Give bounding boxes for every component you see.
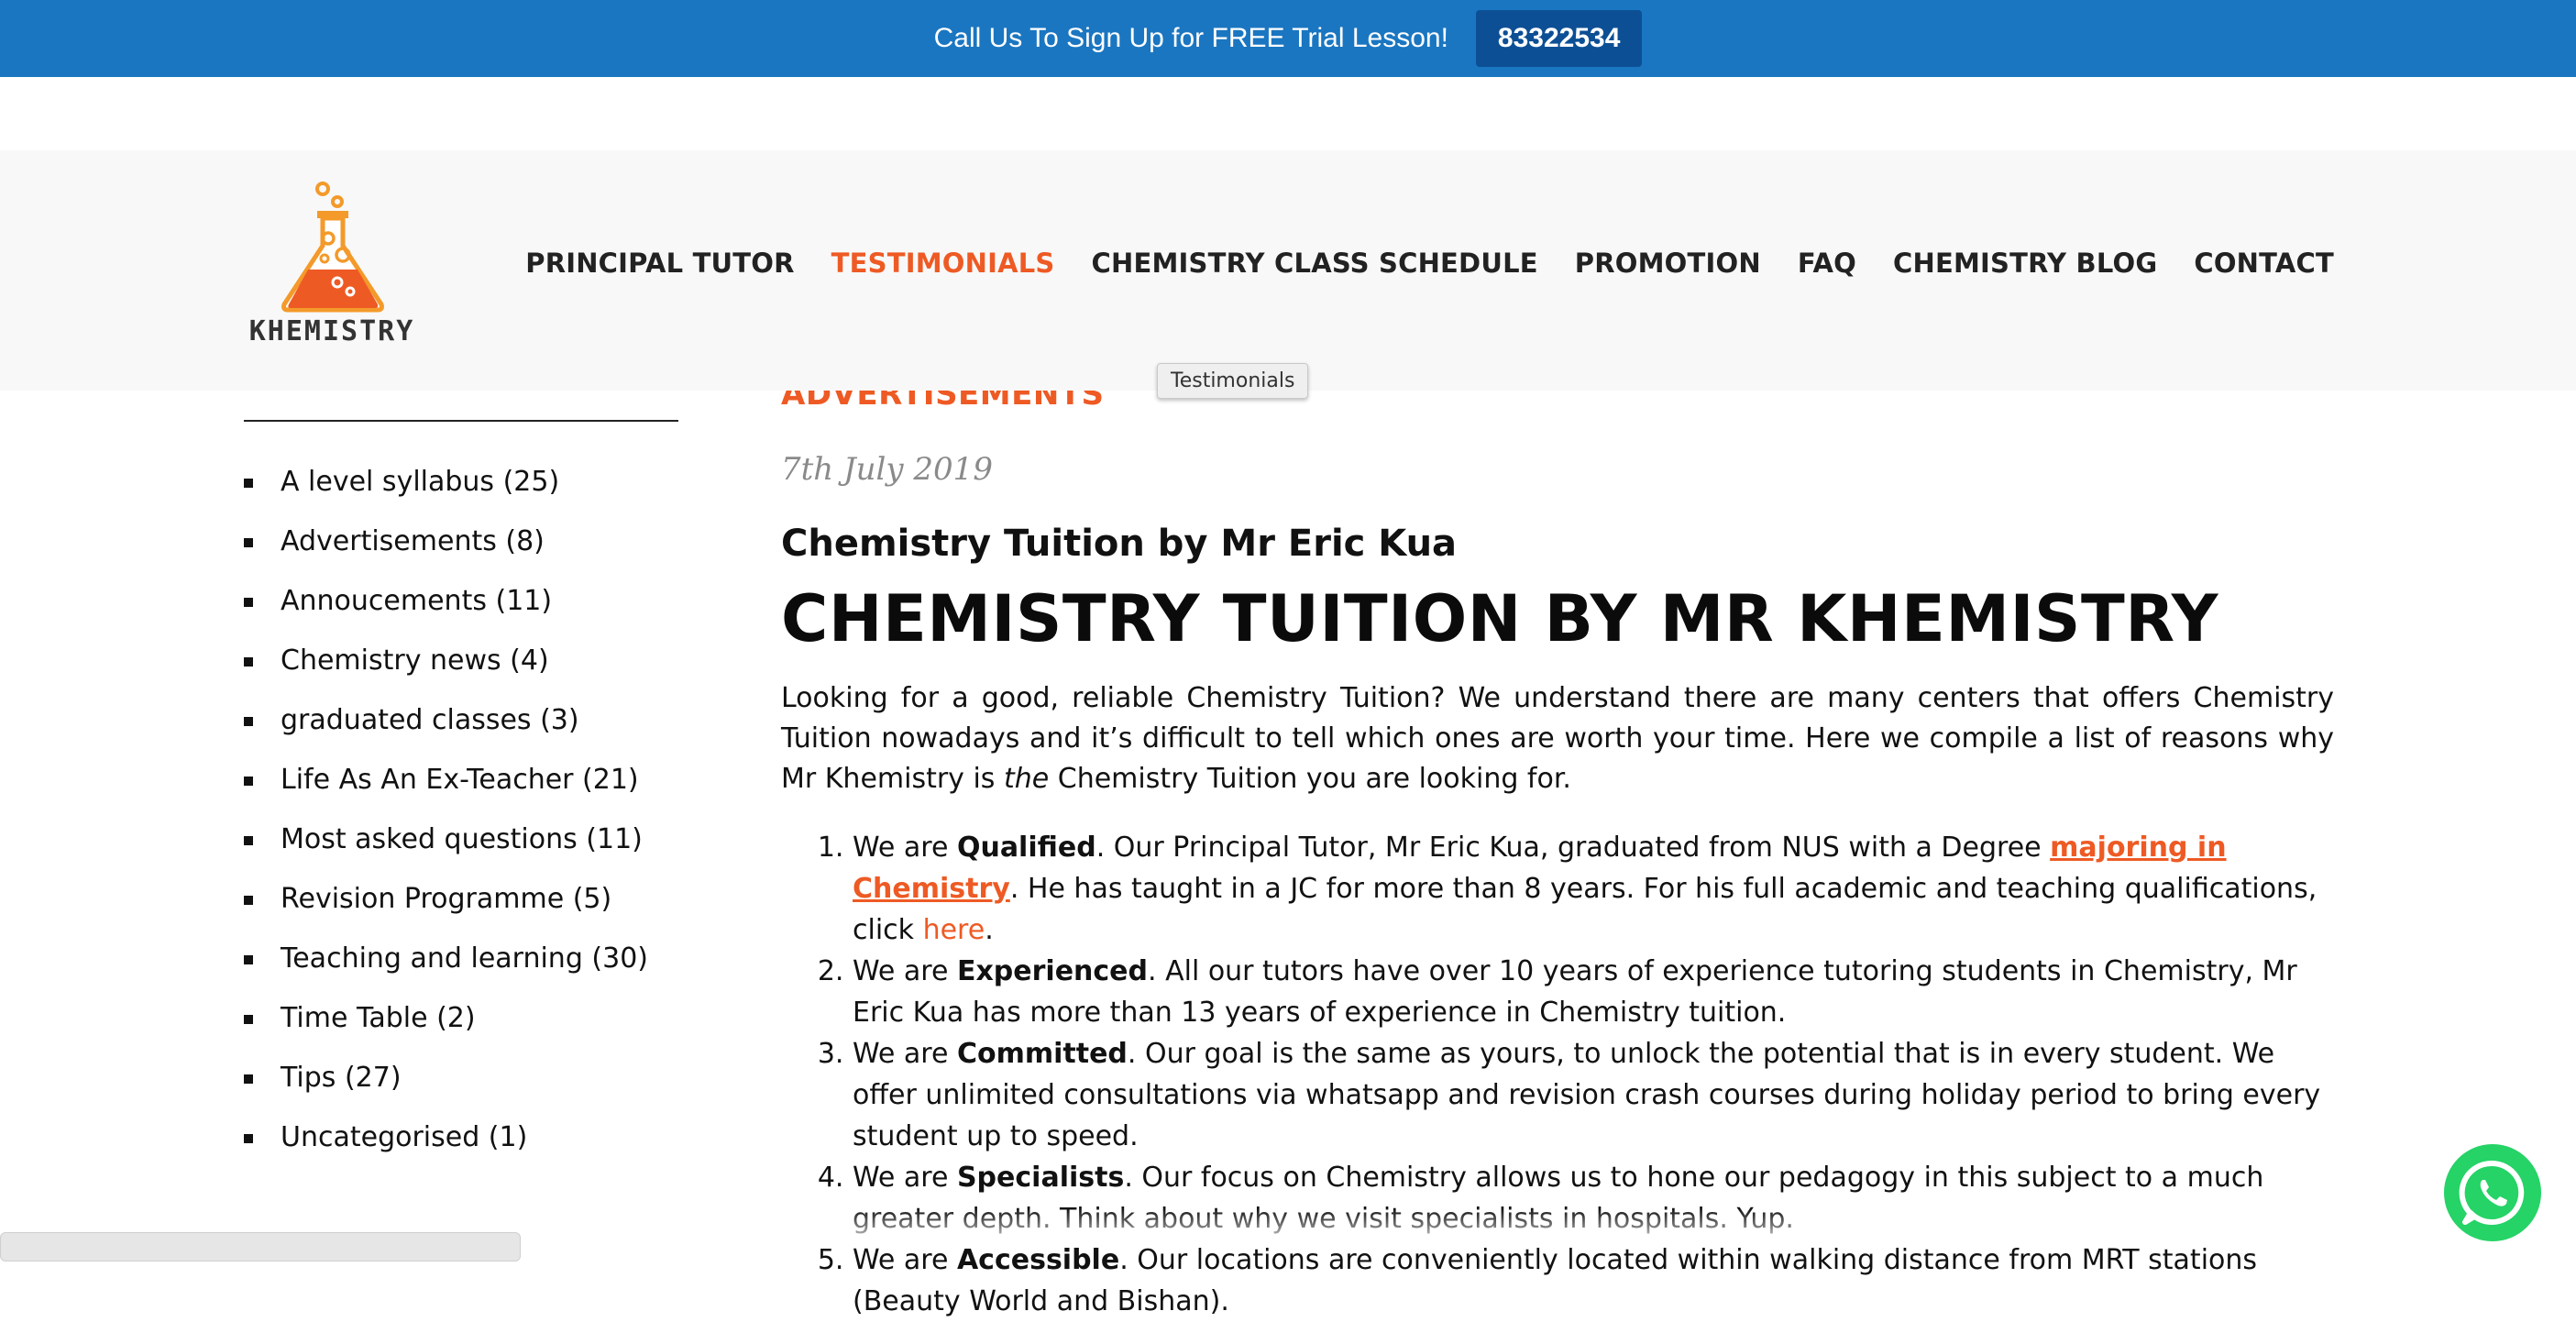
reason-text: . Our Principal Tutor, Mr Eric Kua, grad… xyxy=(1095,832,2051,864)
category-sidebar: A level syllabus (25) Advertisements (8)… xyxy=(244,348,678,1175)
category-label[interactable]: graduated classes (3) xyxy=(281,704,579,736)
reason-item: We are Committed. Our goal is the same a… xyxy=(853,1033,2334,1157)
reason-item: We are Experienced. All our tutors have … xyxy=(853,951,2334,1033)
nav-chemistry-blog[interactable]: CHEMISTRY BLOG xyxy=(1893,248,2157,279)
flask-icon xyxy=(281,182,384,313)
category-item[interactable]: Most asked questions (11) xyxy=(244,818,678,877)
post-intro: Looking for a good, reliable Chemistry T… xyxy=(781,678,2334,799)
reason-keyword: Accessible xyxy=(956,1244,1120,1276)
nav-chemistry-class-schedule[interactable]: CHEMISTRY CLASS SCHEDULE xyxy=(1092,248,1538,279)
announcement-message: Call Us To Sign Up for FREE Trial Lesson… xyxy=(933,23,1448,53)
bullet-icon xyxy=(244,896,253,905)
category-label[interactable]: Advertisements (8) xyxy=(281,525,545,557)
reason-keyword: Experienced xyxy=(956,955,1149,987)
bullet-icon xyxy=(244,717,253,726)
category-item[interactable]: Teaching and learning (30) xyxy=(244,937,678,997)
reason-item: We are Qualified. Our Principal Tutor, M… xyxy=(853,827,2334,951)
category-item[interactable]: Life As An Ex-Teacher (21) xyxy=(244,758,678,818)
article: ADVERTISEMENTS 7th July 2019 Chemistry T… xyxy=(781,376,2334,1322)
category-item[interactable]: Chemistry news (4) xyxy=(244,639,678,699)
reason-prefix: We are xyxy=(853,1244,957,1276)
category-label[interactable]: Teaching and learning (30) xyxy=(281,942,648,975)
bullet-icon xyxy=(244,1134,253,1143)
category-label[interactable]: Revision Programme (5) xyxy=(281,883,611,915)
category-label[interactable]: Most asked questions (11) xyxy=(281,823,643,855)
category-list: A level syllabus (25) Advertisements (8)… xyxy=(244,460,678,1175)
phone-button[interactable]: 83322534 xyxy=(1475,10,1643,67)
reason-keyword: Qualified xyxy=(956,832,1096,864)
category-label[interactable]: Time Table (2) xyxy=(281,1002,476,1034)
bullet-icon xyxy=(244,1074,253,1084)
nav-testimonials[interactable]: TESTIMONIALS xyxy=(831,248,1055,279)
reason-text: . He has taught in a JC for more than 8 … xyxy=(853,873,2317,946)
category-item[interactable]: Tips (27) xyxy=(244,1056,678,1116)
bullet-icon xyxy=(244,777,253,786)
nav-tooltip: Testimonials xyxy=(1157,363,1309,399)
whatsapp-chat-button[interactable] xyxy=(2444,1144,2541,1241)
category-item[interactable]: Revision Programme (5) xyxy=(244,877,678,937)
reason-keyword: Committed xyxy=(956,1038,1128,1070)
reason-keyword: Specialists xyxy=(956,1162,1125,1194)
intro-text-end: Chemistry Tuition you are looking for. xyxy=(1049,763,1571,795)
post-title: Chemistry Tuition by Mr Eric Kua xyxy=(781,523,1458,565)
nav-principal-tutor[interactable]: PRINCIPAL TUTOR xyxy=(525,248,794,279)
intro-emphasis: the xyxy=(1003,763,1050,795)
category-item[interactable]: Time Table (2) xyxy=(244,997,678,1056)
reason-text: . xyxy=(985,914,994,946)
nav-faq[interactable]: FAQ xyxy=(1798,248,1856,279)
nav-contact[interactable]: CONTACT xyxy=(2194,248,2334,279)
main-nav: PRINCIPAL TUTOR TESTIMONIALS CHEMISTRY C… xyxy=(525,248,2334,279)
category-label[interactable]: Tips (27) xyxy=(281,1062,402,1094)
category-label[interactable]: Chemistry news (4) xyxy=(281,644,549,677)
category-item[interactable]: Advertisements (8) xyxy=(244,520,678,579)
reason-item: We are Accessible. Our locations are con… xyxy=(853,1239,2334,1322)
site-logo[interactable]: KHEMISTRY xyxy=(240,180,424,354)
bullet-icon xyxy=(244,538,253,547)
bullet-icon xyxy=(244,955,253,964)
post-headline: CHEMISTRY TUITION BY MR KHEMISTRY xyxy=(781,581,2218,656)
category-item[interactable]: graduated classes (3) xyxy=(244,699,678,758)
bullet-icon xyxy=(244,1015,253,1024)
qualifications-here-link[interactable]: here xyxy=(923,914,985,946)
browser-status-bar xyxy=(0,1232,521,1261)
announcement-bar: Call Us To Sign Up for FREE Trial Lesson… xyxy=(0,0,2576,77)
category-item[interactable]: A level syllabus (25) xyxy=(244,460,678,520)
reason-prefix: We are xyxy=(853,832,957,864)
nav-promotion[interactable]: PROMOTION xyxy=(1575,248,1761,279)
whatsapp-icon xyxy=(2459,1160,2525,1225)
site-header: KHEMISTRY PRINCIPAL TUTOR TESTIMONIALS C… xyxy=(0,150,2576,391)
reason-prefix: We are xyxy=(853,1038,957,1070)
category-label[interactable]: Life As An Ex-Teacher (21) xyxy=(281,764,639,796)
reasons-list: We are Qualified. Our Principal Tutor, M… xyxy=(781,827,2334,1322)
category-item[interactable]: Uncategorised (1) xyxy=(244,1116,678,1175)
category-label[interactable]: Annoucements (11) xyxy=(281,585,552,617)
reason-prefix: We are xyxy=(853,955,957,987)
reason-prefix: We are xyxy=(853,1162,957,1194)
bullet-icon xyxy=(244,598,253,607)
bullet-icon xyxy=(244,836,253,845)
bullet-icon xyxy=(244,479,253,488)
category-label[interactable]: A level syllabus (25) xyxy=(281,466,559,498)
category-item[interactable]: Annoucements (11) xyxy=(244,579,678,639)
sidebar-divider xyxy=(244,420,678,422)
post-date: 7th July 2019 xyxy=(781,451,993,488)
logo-wordmark: KHEMISTRY xyxy=(248,315,415,347)
category-label[interactable]: Uncategorised (1) xyxy=(281,1121,527,1153)
bullet-icon xyxy=(244,657,253,667)
